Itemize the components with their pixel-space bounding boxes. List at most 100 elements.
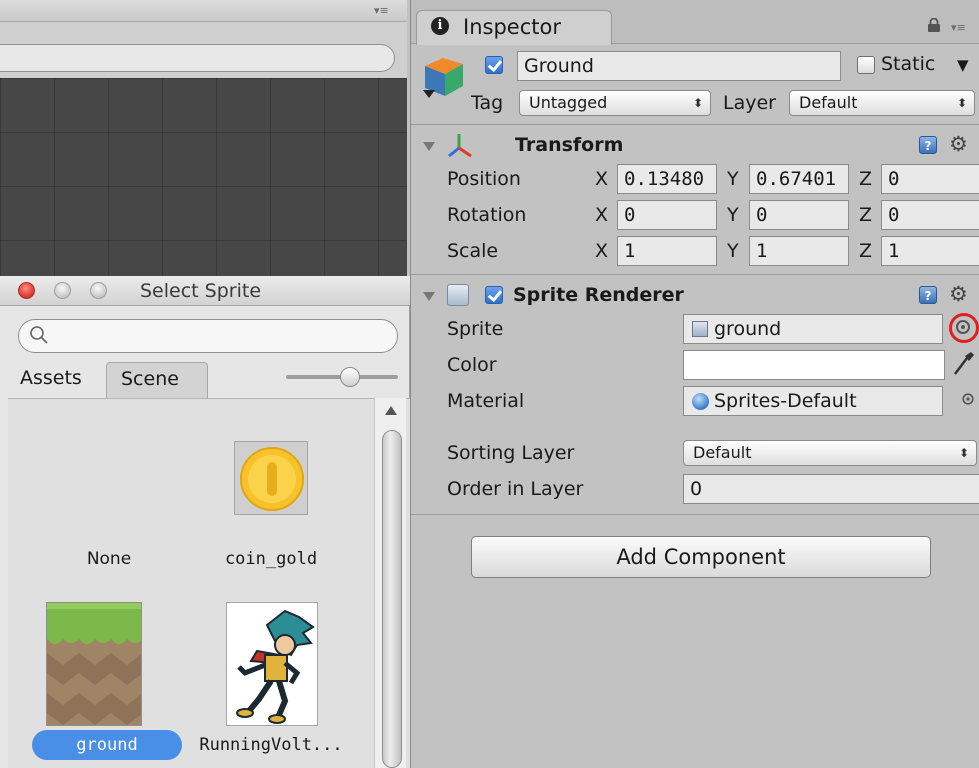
material-object-value: Sprites-Default bbox=[714, 390, 857, 412]
material-object-picker-icon[interactable] bbox=[962, 393, 974, 405]
add-component-button[interactable]: Add Component bbox=[471, 536, 931, 578]
sprite-label: Sprite bbox=[447, 318, 504, 340]
sprite-item-runningvolt-thumb[interactable] bbox=[226, 602, 318, 726]
sorting-layer-value: Default bbox=[693, 443, 752, 462]
axis-y-label: Y bbox=[727, 240, 739, 262]
sprite-renderer-component-icon bbox=[447, 284, 469, 306]
ground-tile-icon bbox=[47, 603, 141, 725]
sprite-object-value: ground bbox=[714, 318, 782, 340]
inspector-panel: i Inspector ▾≡ Ground Static ▼ Tag Untag… bbox=[410, 0, 979, 768]
inspector-menu-icon[interactable]: ▾≡ bbox=[951, 22, 967, 34]
position-y-field[interactable]: 0.67401 bbox=[749, 164, 849, 194]
axis-x-label: X bbox=[595, 168, 609, 190]
order-in-layer-field[interactable]: 0 bbox=[683, 474, 979, 504]
tag-label: Tag bbox=[471, 92, 504, 114]
color-label: Color bbox=[447, 354, 497, 376]
tab-inspector[interactable]: i Inspector bbox=[416, 10, 612, 45]
axis-y-label: Y bbox=[727, 168, 739, 190]
sprite-renderer-foldout-icon[interactable] bbox=[423, 292, 435, 301]
axis-z-label: Z bbox=[859, 240, 873, 262]
transform-help-icon[interactable]: ? bbox=[919, 136, 937, 154]
axis-z-label: Z bbox=[859, 204, 873, 226]
scale-label: Scale bbox=[447, 240, 499, 262]
inspector-tabbar: i Inspector ▾≡ bbox=[411, 0, 979, 45]
window-zoom-button[interactable] bbox=[90, 282, 107, 299]
sprite-renderer-title: Sprite Renderer bbox=[513, 284, 684, 306]
updown-arrows-icon: ⬍ bbox=[956, 96, 967, 110]
static-dropdown-arrow-icon[interactable]: ▼ bbox=[957, 56, 969, 74]
sprite-item-coin-gold-thumb[interactable] bbox=[234, 441, 308, 515]
sprite-object-picker-icon[interactable] bbox=[956, 320, 970, 334]
static-checkbox[interactable] bbox=[857, 56, 875, 74]
window-titlebar[interactable]: Select Sprite bbox=[0, 276, 410, 306]
transform-axes-icon bbox=[448, 134, 472, 158]
scale-x-field[interactable]: 1 bbox=[617, 236, 717, 266]
scene-viewport[interactable] bbox=[0, 78, 407, 276]
scale-y-field[interactable]: 1 bbox=[749, 236, 849, 266]
scrollbar-thumb[interactable] bbox=[382, 430, 402, 768]
sprite-asset-icon bbox=[692, 321, 708, 337]
color-swatch-field[interactable] bbox=[683, 350, 945, 380]
tab-assets[interactable]: Assets bbox=[8, 364, 106, 398]
axis-y-label: Y bbox=[727, 204, 739, 226]
sorting-layer-label: Sorting Layer bbox=[447, 442, 575, 464]
scroll-up-arrow-icon[interactable] bbox=[385, 406, 397, 415]
layer-dropdown-value: Default bbox=[799, 93, 858, 112]
rotation-z-field[interactable]: 0 bbox=[881, 200, 979, 230]
scale-z-field[interactable]: 1 bbox=[881, 236, 979, 266]
position-label: Position bbox=[447, 168, 521, 190]
tag-dropdown[interactable]: Untagged ⬍ bbox=[519, 90, 711, 116]
sprite-item-ground-label[interactable]: ground bbox=[32, 735, 182, 755]
character-sprite-icon bbox=[236, 609, 315, 724]
scene-toolbar: ▾≡ bbox=[0, 0, 407, 22]
window-close-button[interactable] bbox=[18, 282, 35, 299]
transform-title: Transform bbox=[515, 134, 624, 156]
tag-dropdown-value: Untagged bbox=[529, 93, 608, 112]
sorting-layer-dropdown[interactable]: Default ⬍ bbox=[683, 440, 977, 466]
sprite-grid-scrollbar[interactable] bbox=[374, 398, 406, 768]
rotation-label: Rotation bbox=[447, 204, 527, 226]
sprite-item-none[interactable]: None bbox=[34, 549, 184, 569]
divider bbox=[411, 274, 979, 275]
material-object-field[interactable]: Sprites-Default bbox=[683, 386, 943, 416]
sprite-renderer-help-icon[interactable]: ? bbox=[919, 286, 937, 304]
static-label: Static bbox=[881, 53, 936, 75]
eyedropper-icon[interactable] bbox=[951, 350, 975, 378]
tab-scene[interactable]: Scene bbox=[106, 362, 208, 398]
sprite-object-field[interactable]: ground bbox=[683, 314, 943, 344]
gameobject-name-field[interactable]: Ground bbox=[517, 51, 841, 81]
layer-dropdown[interactable]: Default ⬍ bbox=[789, 90, 975, 116]
order-in-layer-label: Order in Layer bbox=[447, 478, 584, 500]
sprite-item-ground-thumb[interactable] bbox=[46, 602, 142, 726]
preview-size-slider-thumb[interactable] bbox=[340, 367, 360, 387]
lock-icon[interactable] bbox=[927, 18, 941, 32]
divider bbox=[411, 124, 979, 125]
axis-x-label: X bbox=[595, 240, 609, 262]
updown-arrows-icon: ⬍ bbox=[692, 96, 703, 110]
sprite-renderer-gear-icon[interactable]: ⚙ bbox=[949, 283, 968, 305]
sprite-search-input[interactable] bbox=[18, 319, 398, 353]
transform-foldout-icon[interactable] bbox=[423, 142, 435, 151]
sprite-item-runningvolt-label[interactable]: RunningVolt... bbox=[196, 735, 346, 755]
position-z-field[interactable]: 0 bbox=[881, 164, 979, 194]
sprite-item-coin-gold-label[interactable]: coin_gold bbox=[196, 549, 346, 569]
material-sphere-icon bbox=[692, 393, 709, 410]
updown-arrows-icon: ⬍ bbox=[958, 446, 969, 460]
gameobject-active-checkbox[interactable] bbox=[485, 56, 503, 74]
inspector-tab-label: Inspector bbox=[463, 15, 561, 39]
scene-search-field[interactable] bbox=[0, 44, 395, 72]
layer-label: Layer bbox=[723, 92, 776, 114]
coin-icon bbox=[240, 447, 304, 511]
position-x-field[interactable]: 0.13480 bbox=[617, 164, 717, 194]
transform-gear-icon[interactable]: ⚙ bbox=[949, 133, 968, 155]
sprite-renderer-enabled-checkbox[interactable] bbox=[485, 286, 503, 304]
divider bbox=[411, 514, 979, 515]
rotation-x-field[interactable]: 0 bbox=[617, 200, 717, 230]
window-minimize-button[interactable] bbox=[54, 282, 71, 299]
panel-menu-icon[interactable]: ▾≡ bbox=[374, 5, 390, 17]
search-icon bbox=[30, 326, 48, 344]
scene-panel: ▾≡ bbox=[0, 0, 407, 276]
axis-x-label: X bbox=[595, 204, 609, 226]
axis-z-label: Z bbox=[859, 168, 873, 190]
rotation-y-field[interactable]: 0 bbox=[749, 200, 849, 230]
